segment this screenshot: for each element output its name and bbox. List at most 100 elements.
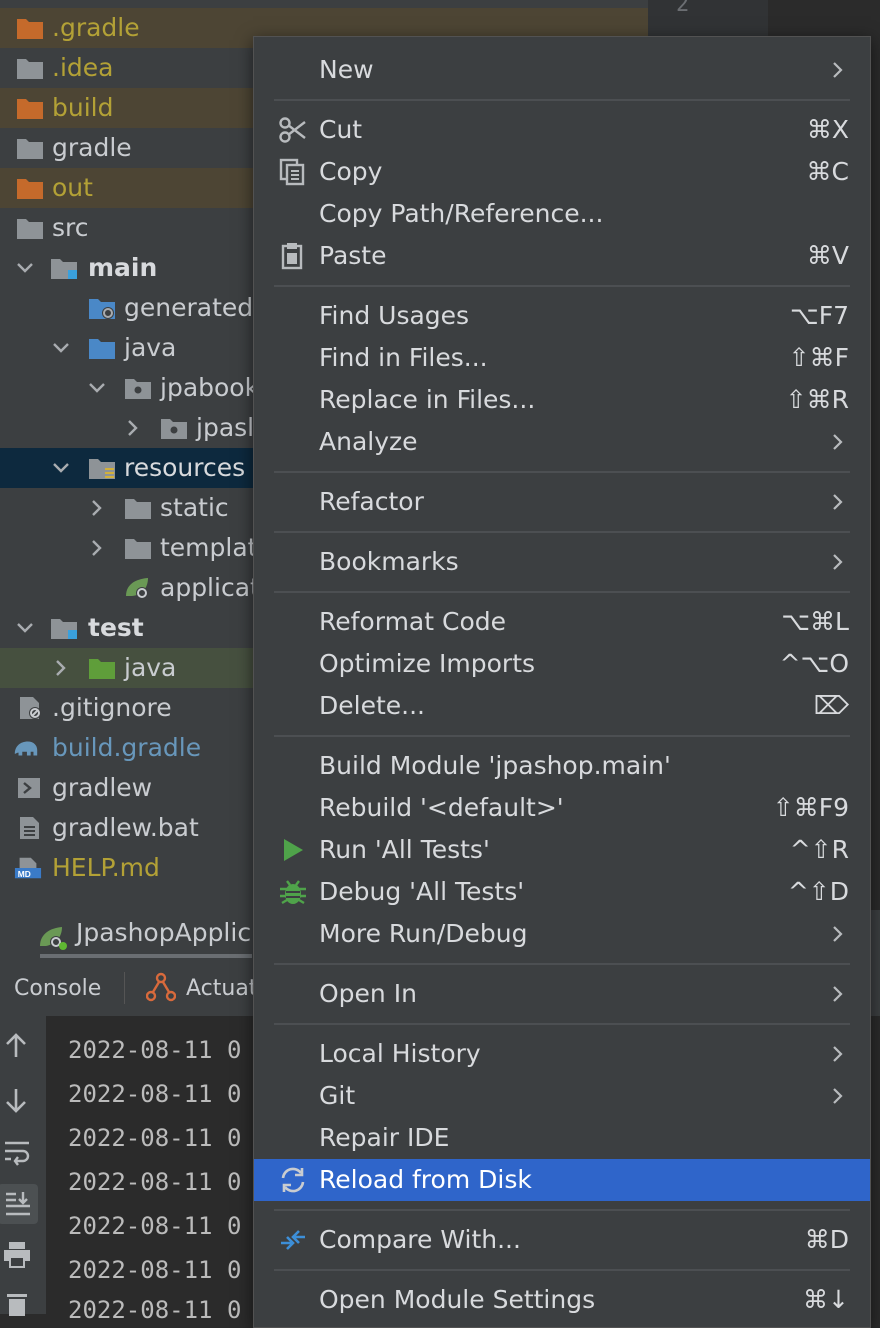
menu-separator xyxy=(274,531,850,533)
menu-item-copy-path[interactable]: Copy Path/Reference... xyxy=(254,193,870,235)
menu-item-local-history[interactable]: Local History xyxy=(254,1033,870,1075)
menu-item-git[interactable]: Git xyxy=(254,1075,870,1117)
menu-item-label: Compare With... xyxy=(319,1225,521,1254)
menu-item-find-usages[interactable]: Find Usages ⌥F7 xyxy=(254,295,870,337)
module-folder-icon xyxy=(51,619,77,639)
menu-item-delete[interactable]: Delete... ⌦ xyxy=(254,685,870,727)
tree-item-label: main xyxy=(88,253,158,282)
shell-script-icon xyxy=(18,778,40,798)
chevron-down-icon[interactable] xyxy=(50,457,72,479)
tree-item-label: jpabook xyxy=(160,373,260,402)
menu-item-new[interactable]: New xyxy=(254,49,870,91)
menu-item-rebuild[interactable]: Rebuild '<default>' ⇧⌘F9 xyxy=(254,787,870,829)
line-number: 2 xyxy=(676,0,690,17)
menu-item-find-in-files[interactable]: Find in Files... ⇧⌘F xyxy=(254,337,870,379)
arrow-down-icon[interactable] xyxy=(4,1086,28,1114)
menu-separator xyxy=(274,591,850,593)
chevron-right-icon[interactable] xyxy=(50,657,72,679)
arrow-up-icon[interactable] xyxy=(4,1032,28,1060)
tree-item-label: resources xyxy=(124,453,246,482)
run-config-tab[interactable]: JpashopApplic xyxy=(76,918,251,947)
tree-item-label: src xyxy=(52,213,89,242)
log-line: 2022-08-11 0 xyxy=(68,1212,242,1240)
menu-item-label: Repair IDE xyxy=(319,1123,450,1152)
folder-icon xyxy=(17,179,43,199)
menu-shortcut: ^⇧R xyxy=(789,835,849,864)
actuator-icon xyxy=(146,972,176,1002)
tree-item-label: out xyxy=(52,173,93,202)
log-line: 2022-08-11 0 xyxy=(68,1080,242,1108)
scroll-to-end-toggle[interactable] xyxy=(0,1184,38,1224)
menu-separator xyxy=(274,471,850,473)
menu-item-cut[interactable]: Cut ⌘X xyxy=(254,109,870,151)
chevron-right-icon xyxy=(833,1088,843,1104)
menu-item-copy[interactable]: Copy ⌘C xyxy=(254,151,870,193)
menu-shortcut: ⌘D xyxy=(804,1225,849,1254)
menu-item-label: Build Module 'jpashop.main' xyxy=(319,751,671,780)
tab-console[interactable]: Console xyxy=(14,976,101,1001)
tree-item-label: build.gradle xyxy=(52,733,202,762)
spring-config-icon xyxy=(126,578,148,599)
copy-icon xyxy=(279,158,305,186)
tree-item-label: gradle xyxy=(52,133,132,162)
menu-item-label: Find Usages xyxy=(319,301,470,330)
menu-shortcut: ⌥⌘L xyxy=(781,607,849,636)
print-icon[interactable] xyxy=(2,1240,32,1268)
folder-icon xyxy=(17,99,43,119)
menu-item-repair-ide[interactable]: Repair IDE xyxy=(254,1117,870,1159)
menu-item-bookmarks[interactable]: Bookmarks xyxy=(254,541,870,583)
tree-item-label: applicat xyxy=(160,573,260,602)
menu-item-debug-all-tests[interactable]: Debug 'All Tests' ^⇧D xyxy=(254,871,870,913)
source-folder-icon xyxy=(89,339,115,359)
folder-icon xyxy=(17,139,43,159)
chevron-down-icon[interactable] xyxy=(50,337,72,359)
tree-item-label: test xyxy=(88,613,144,642)
tree-item-label: gradlew.bat xyxy=(52,813,199,842)
menu-item-refactor[interactable]: Refactor xyxy=(254,481,870,523)
spring-boot-run-icon xyxy=(40,927,67,950)
menu-shortcut: ⇧⌘R xyxy=(785,385,849,414)
soft-wrap-icon[interactable] xyxy=(3,1138,31,1166)
menu-shortcut: ^⌥O xyxy=(779,649,849,678)
ignore-file-icon xyxy=(20,697,41,719)
menu-item-open-in[interactable]: Open In xyxy=(254,973,870,1015)
log-line: 2022-08-11 0 xyxy=(68,1296,242,1324)
menu-item-label: Copy xyxy=(319,157,383,186)
chevron-right-icon[interactable] xyxy=(122,417,144,439)
tree-item-label: java xyxy=(124,653,177,682)
chevron-right-icon xyxy=(833,494,843,510)
menu-item-replace-in-files[interactable]: Replace in Files... ⇧⌘R xyxy=(254,379,870,421)
menu-item-compare-with[interactable]: Compare With... ⌘D xyxy=(254,1219,870,1261)
menu-item-open-module-settings[interactable]: Open Module Settings ⌘↓ xyxy=(254,1279,870,1321)
chevron-right-icon[interactable] xyxy=(86,537,108,559)
chevron-down-icon[interactable] xyxy=(86,377,108,399)
menu-item-build-module[interactable]: Build Module 'jpashop.main' xyxy=(254,745,870,787)
folder-icon xyxy=(17,59,43,79)
menu-item-label: Open In xyxy=(319,979,417,1008)
menu-item-run-all-tests[interactable]: Run 'All Tests' ^⇧R xyxy=(254,829,870,871)
scroll-to-end-icon xyxy=(6,1192,30,1216)
tree-item-label: build xyxy=(52,93,114,122)
menu-item-more-run-debug[interactable]: More Run/Debug xyxy=(254,913,870,955)
run-triangle-icon xyxy=(284,839,303,861)
menu-item-reformat-code[interactable]: Reformat Code ⌥⌘L xyxy=(254,601,870,643)
chevron-right-icon xyxy=(833,62,843,78)
menu-shortcut: ⌘C xyxy=(806,157,849,186)
delete-key-icon: ⌦ xyxy=(813,691,849,720)
tree-item-label: java xyxy=(124,333,177,362)
menu-item-analyze[interactable]: Analyze xyxy=(254,421,870,463)
menu-item-label: Reload from Disk xyxy=(319,1165,532,1194)
menu-item-label: Analyze xyxy=(319,427,418,456)
chevron-down-icon[interactable] xyxy=(14,257,36,279)
chevron-down-icon[interactable] xyxy=(14,617,36,639)
menu-item-reload-from-disk[interactable]: Reload from Disk xyxy=(254,1159,870,1201)
trash-icon[interactable] xyxy=(5,1292,29,1316)
log-line: 2022-08-11 0 xyxy=(68,1124,242,1152)
chevron-right-icon[interactable] xyxy=(86,497,108,519)
menu-item-paste[interactable]: Paste ⌘V xyxy=(254,235,870,277)
tree-item-label: generated xyxy=(124,293,254,322)
menu-item-label: Cut xyxy=(319,115,363,144)
menu-item-optimize-imports[interactable]: Optimize Imports ^⌥O xyxy=(254,643,870,685)
tab-actuator[interactable]: Actuat xyxy=(186,976,257,1001)
menu-item-label: Local History xyxy=(319,1039,481,1068)
